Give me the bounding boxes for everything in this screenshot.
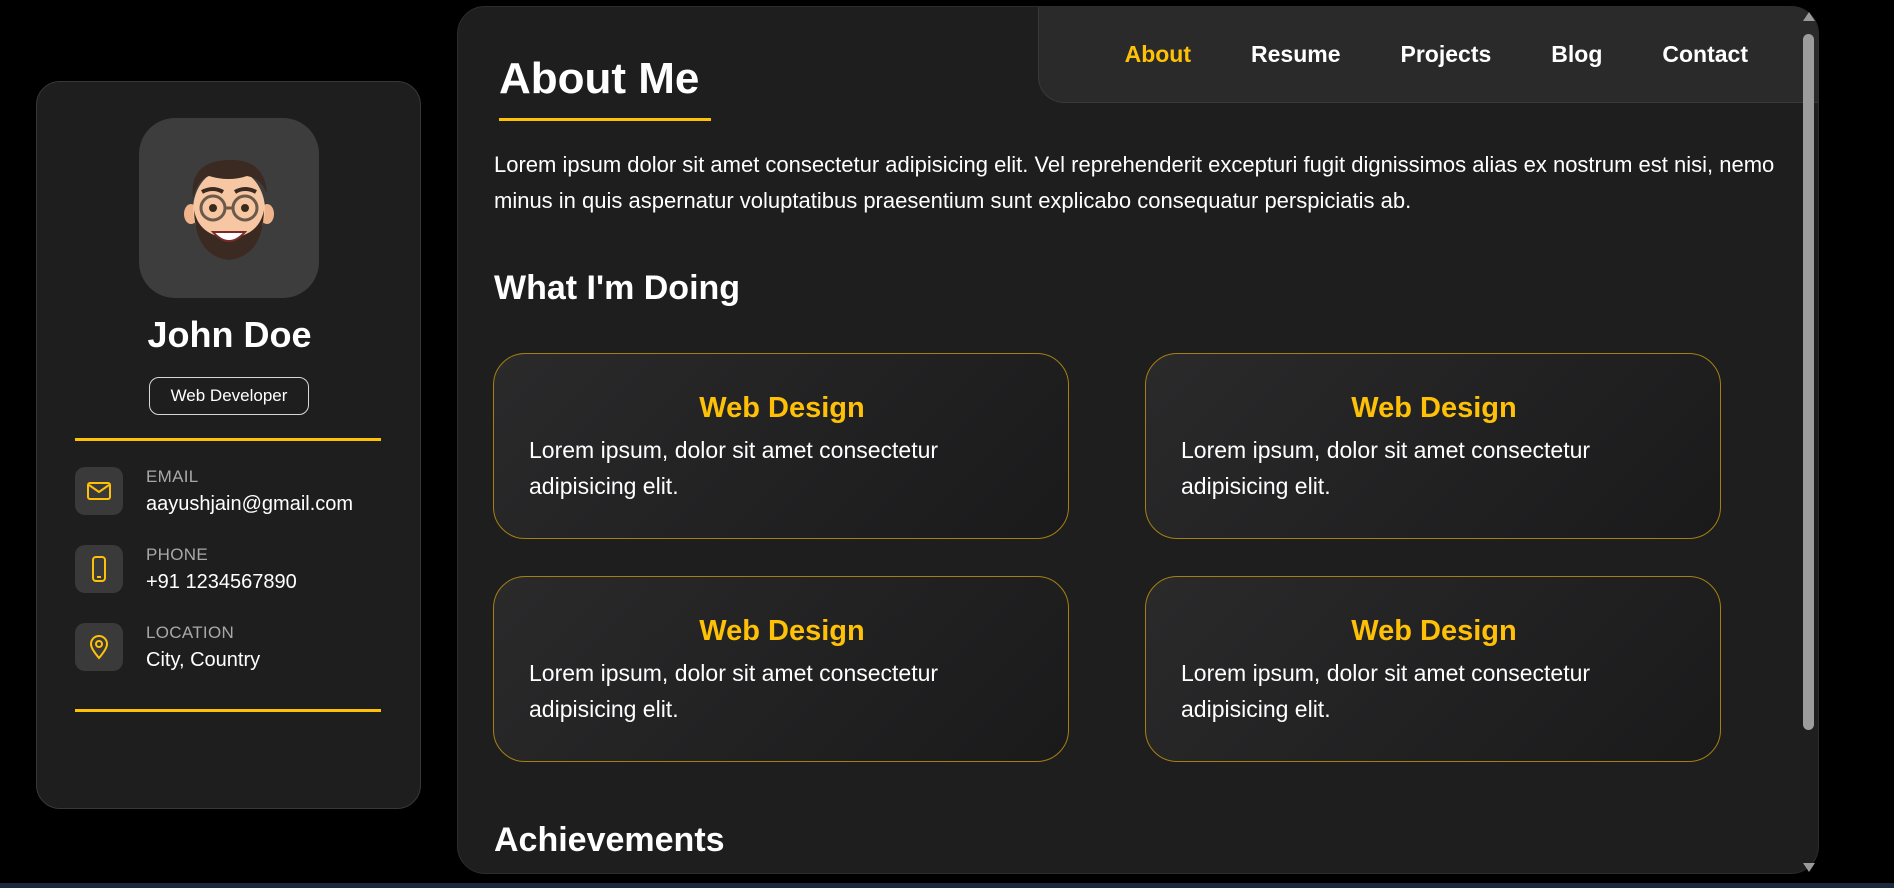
- nav-link-contact[interactable]: Contact: [1662, 41, 1748, 68]
- doing-section-title: What I'm Doing: [494, 269, 741, 307]
- navbar: About Resume Projects Blog Contact: [1038, 7, 1818, 103]
- achievements-section-title: Achievements: [494, 821, 725, 859]
- scroll-thumb[interactable]: [1803, 34, 1814, 730]
- service-card: Web Design Lorem ipsum, dolor sit amet c…: [493, 353, 1069, 539]
- title-underline: [499, 118, 711, 121]
- sidebar-divider-bottom: [75, 709, 381, 712]
- main-panel: About Resume Projects Blog Contact About…: [457, 6, 1819, 874]
- scrollbar[interactable]: [1801, 12, 1815, 872]
- nav-link-resume[interactable]: Resume: [1251, 41, 1340, 68]
- service-text: Lorem ipsum, dolor sit amet consectetur …: [529, 437, 939, 499]
- nav-link-blog[interactable]: Blog: [1551, 41, 1602, 68]
- location-icon: [75, 623, 123, 671]
- contact-label: LOCATION: [146, 623, 235, 642]
- page-title: About Me: [499, 54, 700, 103]
- service-card: Web Design Lorem ipsum, dolor sit amet c…: [1145, 353, 1721, 539]
- profile-sidebar: John Doe Web Developer EMAIL aayushjain@…: [36, 81, 421, 809]
- service-card: Web Design Lorem ipsum, dolor sit amet c…: [1145, 576, 1721, 762]
- scroll-down-arrow-icon[interactable]: [1803, 863, 1815, 872]
- location-value: City, Country: [146, 649, 261, 671]
- email-value[interactable]: aayushjain@gmail.com: [146, 493, 353, 516]
- taskbar-edge: [0, 883, 1894, 888]
- service-card: Web Design Lorem ipsum, dolor sit amet c…: [493, 576, 1069, 762]
- service-title: Web Design: [699, 392, 865, 424]
- role-badge: Web Developer: [149, 377, 309, 415]
- contact-item-phone: PHONE +91 1234567890: [75, 545, 385, 605]
- contact-label: EMAIL: [146, 467, 199, 486]
- nav-link-about[interactable]: About: [1125, 41, 1191, 68]
- avatar-memoji-icon: [184, 159, 274, 260]
- phone-value[interactable]: +91 1234567890: [146, 571, 297, 594]
- service-text: Lorem ipsum, dolor sit amet consectetur …: [529, 660, 939, 722]
- profile-name: John Doe: [147, 314, 312, 355]
- nav-link-projects[interactable]: Projects: [1401, 41, 1492, 68]
- service-title: Web Design: [699, 615, 865, 647]
- contact-label: PHONE: [146, 545, 208, 564]
- phone-icon: [75, 545, 123, 593]
- service-title: Web Design: [1351, 615, 1517, 647]
- service-title: Web Design: [1351, 392, 1517, 424]
- contact-item-email: EMAIL aayushjain@gmail.com: [75, 467, 385, 527]
- about-text: Lorem ipsum dolor sit amet consectetur a…: [494, 152, 1775, 213]
- scroll-up-arrow-icon[interactable]: [1803, 12, 1815, 21]
- service-text: Lorem ipsum, dolor sit amet consectetur …: [1181, 660, 1591, 722]
- mail-icon: [75, 467, 123, 515]
- avatar: [139, 118, 319, 298]
- service-text: Lorem ipsum, dolor sit amet consectetur …: [1181, 437, 1591, 499]
- contact-item-location: LOCATION City, Country: [75, 623, 385, 683]
- sidebar-divider-top: [75, 438, 381, 441]
